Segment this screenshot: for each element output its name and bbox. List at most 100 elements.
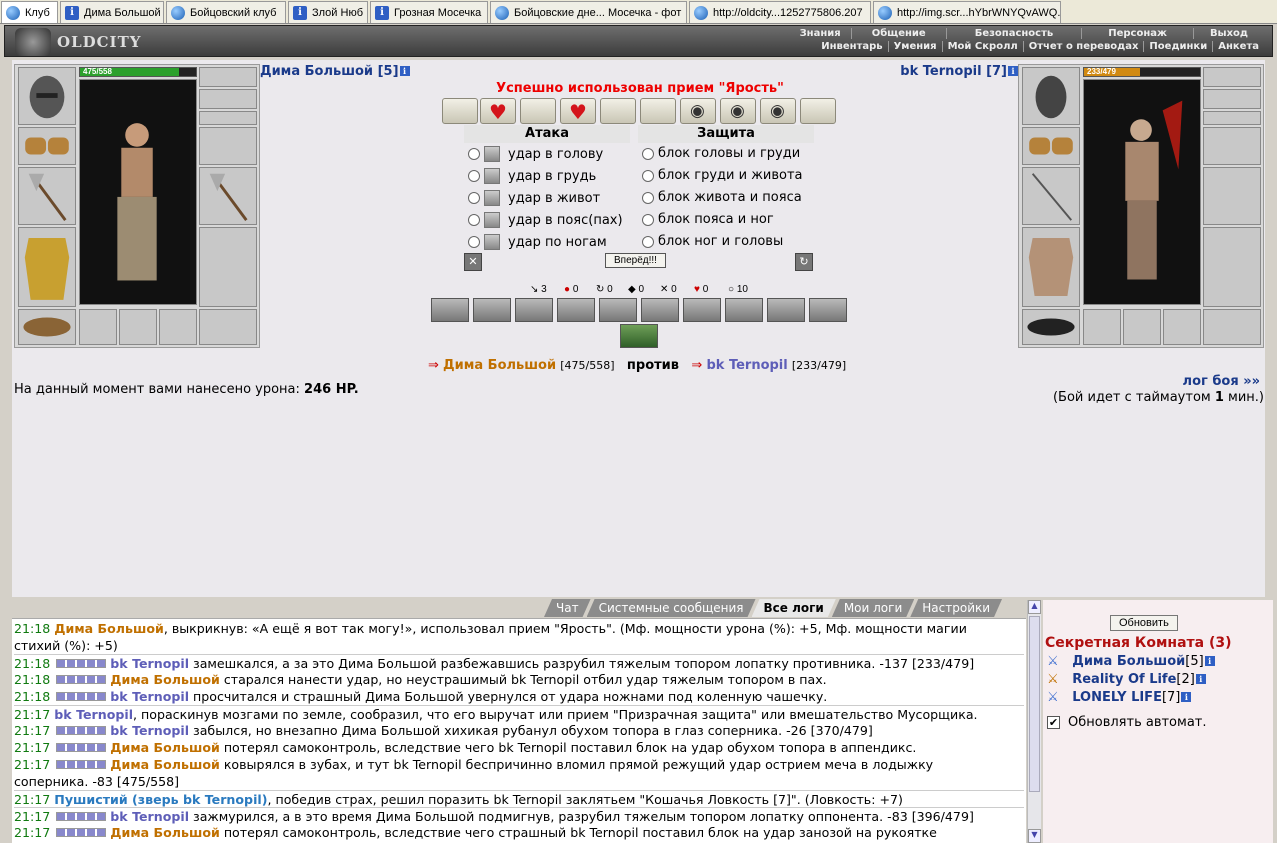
attack-head-option[interactable]: удар в голову	[468, 146, 603, 162]
browser-tab-oldcity-url[interactable]: http://oldcity...1252775806.207	[689, 1, 871, 23]
attack-belly-option[interactable]: удар в живот	[468, 190, 600, 206]
enemy-gloves-slot[interactable]	[1203, 127, 1261, 165]
scroll-slot-empty[interactable]	[520, 98, 556, 124]
skill-slot[interactable]	[767, 298, 805, 322]
enemy-amulet-slot[interactable]	[1203, 89, 1261, 109]
refresh-icon[interactable]: ↻	[795, 253, 813, 271]
versus-player[interactable]: Дима Большой	[443, 358, 556, 373]
defense-radio[interactable]	[642, 191, 654, 204]
tab-all-logs[interactable]: Все логи	[752, 599, 836, 617]
info-icon[interactable]: i	[1181, 692, 1192, 702]
clear-selection-icon[interactable]: ✕	[464, 253, 482, 271]
browser-tab-mosechka[interactable]: i Грозная Мосечка	[370, 1, 488, 23]
browser-tab-fight-club[interactable]: Бойцовский клуб	[166, 1, 286, 23]
scroll-slot-empty[interactable]	[640, 98, 676, 124]
enemy-helmet-slot[interactable]	[1022, 67, 1080, 125]
enemy-belt-slot[interactable]	[1022, 309, 1080, 345]
tab-chat[interactable]: Чат	[544, 599, 591, 617]
browser-tab-club[interactable]: Клуб	[1, 1, 58, 23]
rings-slot[interactable]	[199, 111, 257, 125]
skill-slot[interactable]	[473, 298, 511, 322]
eye-scroll-icon[interactable]	[680, 98, 716, 124]
auto-refresh-checkbox[interactable]: ✔	[1047, 716, 1060, 729]
attack-waist-option[interactable]: удар в пояс(пах)	[468, 212, 623, 228]
skill-slot[interactable]	[683, 298, 721, 322]
defense-radio[interactable]	[642, 213, 654, 226]
skill-slot[interactable]	[431, 298, 469, 322]
defense-radio[interactable]	[642, 235, 654, 248]
weapon-left-slot[interactable]	[18, 167, 76, 225]
attack-legs-option[interactable]: удар по ногам	[468, 234, 607, 250]
menu-character[interactable]: Персонаж	[1081, 28, 1193, 39]
enemy-earring-slot[interactable]	[1203, 67, 1261, 87]
tab-my-logs[interactable]: Мои логи	[832, 599, 914, 617]
enemy-shield-slot[interactable]	[1203, 167, 1261, 225]
block-waist-legs-option[interactable]: блок пояса и ног	[642, 212, 774, 227]
enemy-name[interactable]: bk Ternopil [7] i	[900, 64, 1018, 79]
face-scroll-icon[interactable]	[760, 98, 796, 124]
enemy-boots-slot[interactable]	[1203, 309, 1261, 345]
menu-profile[interactable]: Анкета	[1212, 41, 1264, 52]
info-icon[interactable]: i	[1008, 66, 1018, 76]
attack-radio[interactable]	[468, 236, 480, 248]
menu-exit[interactable]: Выход	[1192, 28, 1264, 39]
browser-tab-evil-noob[interactable]: i Злой Нюб	[288, 1, 368, 23]
enemy-spell-slot[interactable]	[1123, 309, 1161, 345]
block-legs-head-option[interactable]: блок ног и головы	[642, 234, 783, 249]
browser-tab-img-url[interactable]: http://img.scr...hYbrWNYQvAWQ.j	[873, 1, 1061, 23]
room-member[interactable]: ⚔ Дима Большой[5] i	[1047, 654, 1215, 669]
skill-slot[interactable]	[515, 298, 553, 322]
shield-scroll-icon[interactable]	[720, 98, 756, 124]
log-scrollbar[interactable]: ▲ ▼	[1027, 600, 1041, 843]
enemy-bracers-slot[interactable]	[1022, 127, 1080, 165]
player-name[interactable]: Дима Большой [5] i	[260, 64, 410, 79]
gloves-slot[interactable]	[199, 127, 257, 165]
tab-system-messages[interactable]: Системные сообщения	[587, 599, 756, 617]
skill-slot[interactable]	[641, 298, 679, 322]
room-member[interactable]: ⚔ LONELY LIFE[7] i	[1047, 690, 1192, 705]
attack-chest-option[interactable]: удар в грудь	[468, 168, 596, 184]
enemy-spell-slot[interactable]	[1163, 309, 1201, 345]
attack-radio[interactable]	[468, 170, 480, 182]
block-belly-waist-option[interactable]: блок живота и пояса	[642, 190, 802, 205]
info-icon[interactable]: i	[1204, 656, 1215, 666]
menu-skills[interactable]: Умения	[887, 41, 942, 52]
belt-slot[interactable]	[18, 309, 76, 345]
menu-inventory[interactable]: Инвентарь	[816, 41, 887, 52]
scroll-down-icon[interactable]: ▼	[1028, 829, 1041, 843]
block-head-chest-option[interactable]: блок головы и груди	[642, 146, 800, 161]
scroll-slot-empty[interactable]	[600, 98, 636, 124]
scroll-up-icon[interactable]: ▲	[1028, 600, 1041, 614]
menu-security[interactable]: Безопасность	[945, 28, 1082, 39]
scroll-slot-empty[interactable]	[800, 98, 836, 124]
block-chest-belly-option[interactable]: блок груди и живота	[642, 168, 803, 183]
skill-slot[interactable]	[557, 298, 595, 322]
defense-radio[interactable]	[642, 169, 654, 182]
enemy-spell-slot[interactable]	[1083, 309, 1121, 345]
heart-scroll-icon[interactable]	[480, 98, 516, 124]
info-icon[interactable]: i	[399, 66, 410, 76]
pants-slot[interactable]	[199, 227, 257, 307]
spell-slot-1[interactable]	[119, 309, 157, 345]
enemy-weapon-slot[interactable]	[1022, 167, 1080, 225]
weapon-right-slot[interactable]	[199, 167, 257, 225]
attack-radio[interactable]	[468, 192, 480, 204]
enemy-pants-slot[interactable]	[1203, 227, 1261, 307]
refresh-button[interactable]: Обновить	[1110, 615, 1178, 631]
skill-slot[interactable]	[599, 298, 637, 322]
menu-knowledge[interactable]: Знания	[790, 28, 851, 39]
browser-tab-dima[interactable]: i Дима Большой	[60, 1, 164, 23]
armor-slot[interactable]	[18, 227, 76, 307]
info-icon[interactable]: i	[1195, 674, 1206, 684]
versus-enemy[interactable]: bk Ternopil	[706, 358, 787, 373]
amulet-slot[interactable]	[199, 89, 257, 109]
room-member[interactable]: ⚔ Reality Of Life[2] i	[1047, 672, 1206, 687]
tab-settings[interactable]: Настройки	[910, 599, 1002, 617]
quiver-slot[interactable]	[79, 309, 117, 345]
skill-slot[interactable]	[809, 298, 847, 322]
browser-tab-diaries[interactable]: Бойцовские дне... Мосечка - фот	[490, 1, 687, 23]
attack-radio[interactable]	[468, 214, 480, 226]
enemy-armor-slot[interactable]	[1022, 227, 1080, 307]
defense-radio[interactable]	[642, 147, 654, 160]
skill-slot[interactable]	[725, 298, 763, 322]
